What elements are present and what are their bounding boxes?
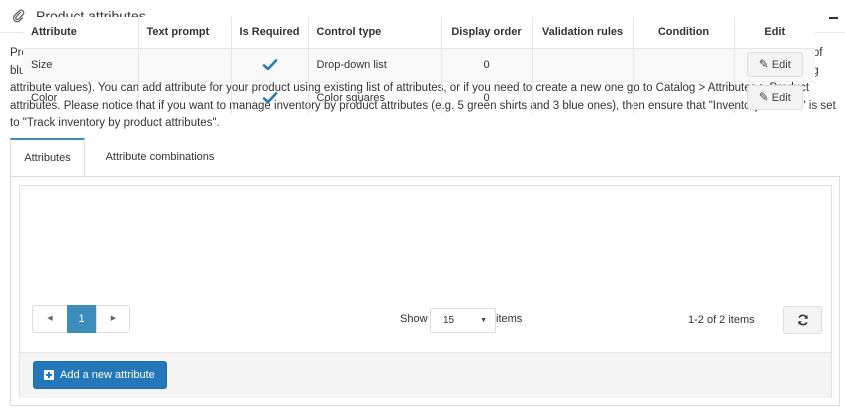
- chevron-down-icon: ▼: [480, 317, 487, 324]
- cell-display-order: 0: [441, 47, 533, 81]
- tab-attributes[interactable]: Attributes: [10, 138, 85, 177]
- tab-strip: Attributes Attribute combinations: [10, 138, 840, 177]
- checkmark-icon: [262, 58, 278, 72]
- cell-is-required: [231, 47, 309, 81]
- column-header-text-prompt[interactable]: Text prompt: [138, 17, 232, 49]
- cell-is-required: [231, 80, 309, 114]
- pencil-icon: ✎: [758, 90, 769, 105]
- column-header-condition[interactable]: Condition: [633, 17, 735, 49]
- cell-condition: [633, 47, 735, 81]
- column-header-is-required[interactable]: Is Required: [231, 17, 309, 49]
- page-size-select[interactable]: 15 ▼: [430, 308, 496, 333]
- add-new-attribute-label: Add a new attribute: [60, 369, 155, 381]
- cell-text-prompt: [138, 47, 232, 81]
- table-row: Size Drop-down list 0 ✎ Edit: [23, 47, 815, 81]
- cell-attribute: Color: [23, 80, 139, 114]
- edit-button[interactable]: ✎ Edit: [746, 85, 803, 111]
- cell-control-type: Drop-down list: [308, 47, 442, 81]
- items-label: items: [496, 313, 523, 325]
- cell-attribute: Size: [23, 47, 139, 81]
- cell-edit: ✎ Edit: [734, 80, 815, 114]
- pencil-icon: ✎: [758, 57, 769, 71]
- cell-edit: ✎ Edit: [734, 47, 815, 81]
- column-header-validation-rules[interactable]: Validation rules: [532, 17, 634, 49]
- cell-control-type: Color squares: [308, 80, 442, 114]
- cell-display-order: 0: [441, 80, 533, 114]
- column-header-display-order[interactable]: Display order: [441, 17, 533, 49]
- column-header-control-type[interactable]: Control type: [308, 17, 442, 49]
- tab-attribute-combinations[interactable]: Attribute combinations: [90, 138, 230, 177]
- edit-button-label: Edit: [771, 59, 791, 71]
- show-label: Show: [400, 313, 428, 325]
- table-row: Color Color squares 0 ✎ Edit: [23, 80, 815, 114]
- cell-validation-rules: [532, 47, 634, 81]
- product-attributes-panel: Product attributes Product attributes ar…: [0, 0, 845, 410]
- next-page-button[interactable]: ▶: [96, 306, 130, 332]
- table-header-row: Attribute Text prompt Is Required Contro…: [23, 17, 815, 49]
- refresh-icon: [798, 314, 808, 326]
- add-new-attribute-button[interactable]: Add a new attribute: [33, 361, 167, 389]
- cell-text-prompt: [138, 80, 232, 114]
- column-header-attribute[interactable]: Attribute: [23, 17, 139, 49]
- minus-icon[interactable]: [826, 6, 842, 26]
- checkmark-icon: [262, 91, 278, 105]
- plus-square-icon: [44, 370, 54, 380]
- page-number-current[interactable]: 1: [67, 305, 96, 333]
- page-size-value: 15: [443, 315, 455, 326]
- edit-button-label: Edit: [771, 92, 791, 105]
- pager-range-info: 1-2 of 2 items: [688, 314, 755, 326]
- attributes-table: Attribute Text prompt Is Required Contro…: [23, 17, 815, 114]
- column-header-edit: Edit: [734, 17, 815, 49]
- cell-condition: [633, 80, 735, 114]
- cell-validation-rules: [532, 80, 634, 114]
- previous-page-button[interactable]: ◀: [33, 306, 67, 332]
- pagination: ◀ 1 ▶: [32, 305, 130, 333]
- edit-button[interactable]: ✎ Edit: [746, 52, 803, 77]
- refresh-button[interactable]: [783, 306, 822, 334]
